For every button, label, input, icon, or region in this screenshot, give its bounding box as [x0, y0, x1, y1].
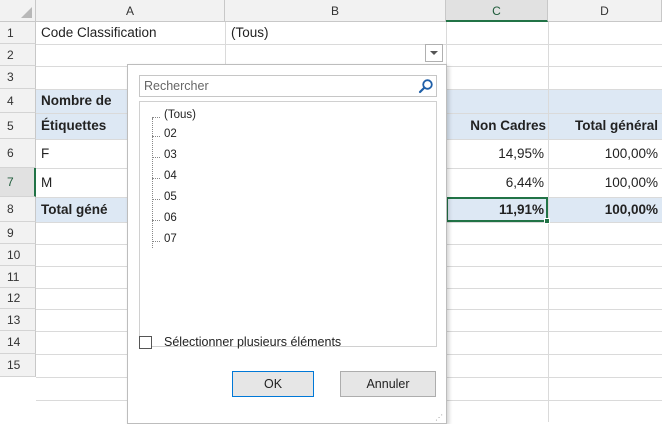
column-header-d[interactable]: D — [548, 0, 662, 22]
row-header-6[interactable]: 6 — [0, 139, 36, 168]
row-header-14[interactable]: 14 — [0, 331, 36, 354]
row-header-15[interactable]: 15 — [0, 354, 36, 377]
filter-item-label: 04 — [164, 170, 177, 182]
row-header-12[interactable]: 12 — [0, 288, 36, 309]
fill-handle[interactable] — [544, 218, 550, 224]
column-header-a[interactable]: A — [36, 0, 225, 22]
cell-b1[interactable]: (Tous) — [231, 22, 411, 44]
cell-c5[interactable]: 14,95% — [448, 139, 544, 168]
cell-a3[interactable]: Nombre de — [41, 89, 129, 113]
filter-item-label: (Tous) — [164, 109, 196, 121]
row-header-9[interactable]: 9 — [0, 222, 36, 244]
cell-c6[interactable]: 6,44% — [448, 168, 544, 197]
filter-item-label: 02 — [164, 128, 177, 140]
cell-d4[interactable]: Total général — [550, 113, 658, 139]
cell-d7[interactable]: 100,00% — [550, 197, 658, 222]
select-all-corner[interactable] — [0, 0, 36, 22]
row-header-11[interactable]: 11 — [0, 266, 36, 288]
cell-a6[interactable]: M — [41, 168, 129, 197]
filter-item-list[interactable]: (Tous) 02 03 04 05 06 07 — [139, 101, 437, 347]
search-icon[interactable] — [418, 78, 434, 94]
row-header-13[interactable]: 13 — [0, 309, 36, 331]
search-input[interactable] — [139, 75, 437, 97]
row-header-1[interactable]: 1 — [0, 22, 36, 44]
pivot-filter-panel: (Tous) 02 03 04 05 06 07 Sélectionner pl… — [127, 64, 447, 424]
row-header-2[interactable]: 2 — [0, 44, 36, 66]
cell-d6[interactable]: 100,00% — [550, 168, 658, 197]
column-header-c[interactable]: C — [446, 0, 548, 22]
column-header-b[interactable]: B — [225, 0, 446, 22]
cell-d5[interactable]: 100,00% — [550, 139, 658, 168]
multi-select-label: Sélectionner plusieurs éléments — [164, 335, 342, 349]
cell-a1[interactable]: Code Classification — [41, 22, 223, 44]
cell-a5[interactable]: F — [41, 139, 129, 168]
cell-a4[interactable]: Étiquettes — [41, 113, 129, 139]
row-header-5[interactable]: 5 — [0, 113, 36, 139]
multi-select-checkbox[interactable] — [139, 336, 152, 349]
row-header-10[interactable]: 10 — [0, 244, 36, 266]
filter-item-label: 03 — [164, 149, 177, 161]
row-header-4[interactable]: 4 — [0, 89, 36, 113]
ok-button[interactable]: OK — [232, 371, 314, 397]
tree-connector — [152, 118, 153, 248]
cell-c4[interactable]: Non Cadres — [448, 113, 546, 139]
filter-item-label: 07 — [164, 233, 177, 245]
active-cell-border — [446, 197, 548, 222]
cell-a7[interactable]: Total géné — [41, 197, 126, 222]
row-header-8[interactable]: 8 — [0, 197, 36, 222]
row-header-7[interactable]: 7 — [0, 168, 36, 197]
cancel-button[interactable]: Annuler — [340, 371, 436, 397]
resize-grip-icon[interactable]: ⋰ — [435, 414, 443, 422]
row-header-3[interactable]: 3 — [0, 66, 36, 89]
filter-item-label: 05 — [164, 191, 177, 203]
chevron-down-icon — [430, 51, 438, 55]
filter-item-label: 06 — [164, 212, 177, 224]
grid-line — [36, 44, 662, 45]
filter-dropdown-button[interactable] — [425, 44, 443, 62]
